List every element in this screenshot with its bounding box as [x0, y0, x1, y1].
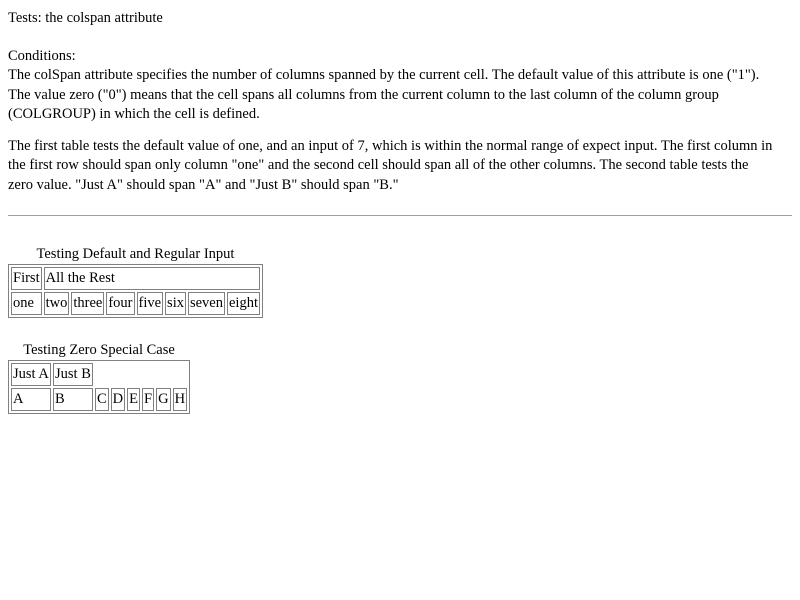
conditions-line-2: The value zero ("0") means that the cell…	[8, 86, 719, 103]
document-page: Tests: the colspan attribute Conditions:…	[8, 9, 792, 414]
table-row: A B C D E F G H	[11, 388, 188, 411]
explanation-line-1: The first table tests the default value …	[8, 137, 773, 154]
default-input-table: Testing Default and Regular Input First …	[8, 245, 263, 318]
explanation-line-2: the first row should span only column "o…	[8, 157, 749, 173]
table-cell: C	[95, 388, 109, 411]
table-cell: one	[11, 292, 42, 315]
conditions-label: Conditions:	[8, 47, 76, 64]
table-cell: E	[127, 388, 141, 411]
conditions-section: Conditions: The colSpan attribute specif…	[8, 47, 792, 125]
table-cell: seven	[187, 292, 225, 315]
table-cell: A	[11, 388, 51, 411]
table-cell-just-b: Just B	[53, 363, 93, 386]
table-cell: B	[53, 388, 93, 411]
table2-wrapper: Testing Zero Special Case Just A Just B …	[8, 341, 191, 414]
table-cell: H	[172, 388, 188, 411]
table1-wrapper: Testing Default and Regular Input First …	[8, 245, 263, 318]
table-cell: G	[156, 388, 171, 411]
table-row: Just A Just B	[11, 363, 187, 386]
table-cell: two	[43, 292, 70, 315]
table-cell: F	[142, 388, 155, 411]
table-row: First All the Rest	[11, 267, 260, 290]
explanation-section: The first table tests the default value …	[8, 137, 792, 196]
table-cell: six	[165, 292, 186, 315]
conditions-line-1: The colSpan attribute specifies the numb…	[8, 67, 760, 83]
table-cell-first: First	[11, 267, 42, 290]
page-heading: Tests: the colspan attribute	[8, 10, 163, 26]
table-cell: three	[71, 292, 105, 315]
table-row: one two three four five six seven eight	[11, 292, 260, 315]
table-cell: eight	[226, 292, 260, 315]
zero-case-table: Testing Zero Special Case Just A Just B …	[8, 341, 191, 414]
table-cell: D	[110, 388, 126, 411]
table-cell-just-a: Just A	[11, 363, 51, 386]
table-cell: five	[136, 292, 164, 315]
explanation-line-3: zero value. "Just A" should span "A" and…	[8, 176, 399, 193]
table2-caption: Testing Zero Special Case	[23, 342, 175, 358]
table1-caption: Testing Default and Regular Input	[36, 246, 235, 262]
conditions-line-3: (COLGROUP) in which the cell is defined.	[8, 106, 260, 122]
table-cell-all-the-rest: All the Rest	[43, 267, 260, 290]
table-cell: four	[106, 292, 135, 315]
horizontal-rule	[8, 215, 792, 217]
